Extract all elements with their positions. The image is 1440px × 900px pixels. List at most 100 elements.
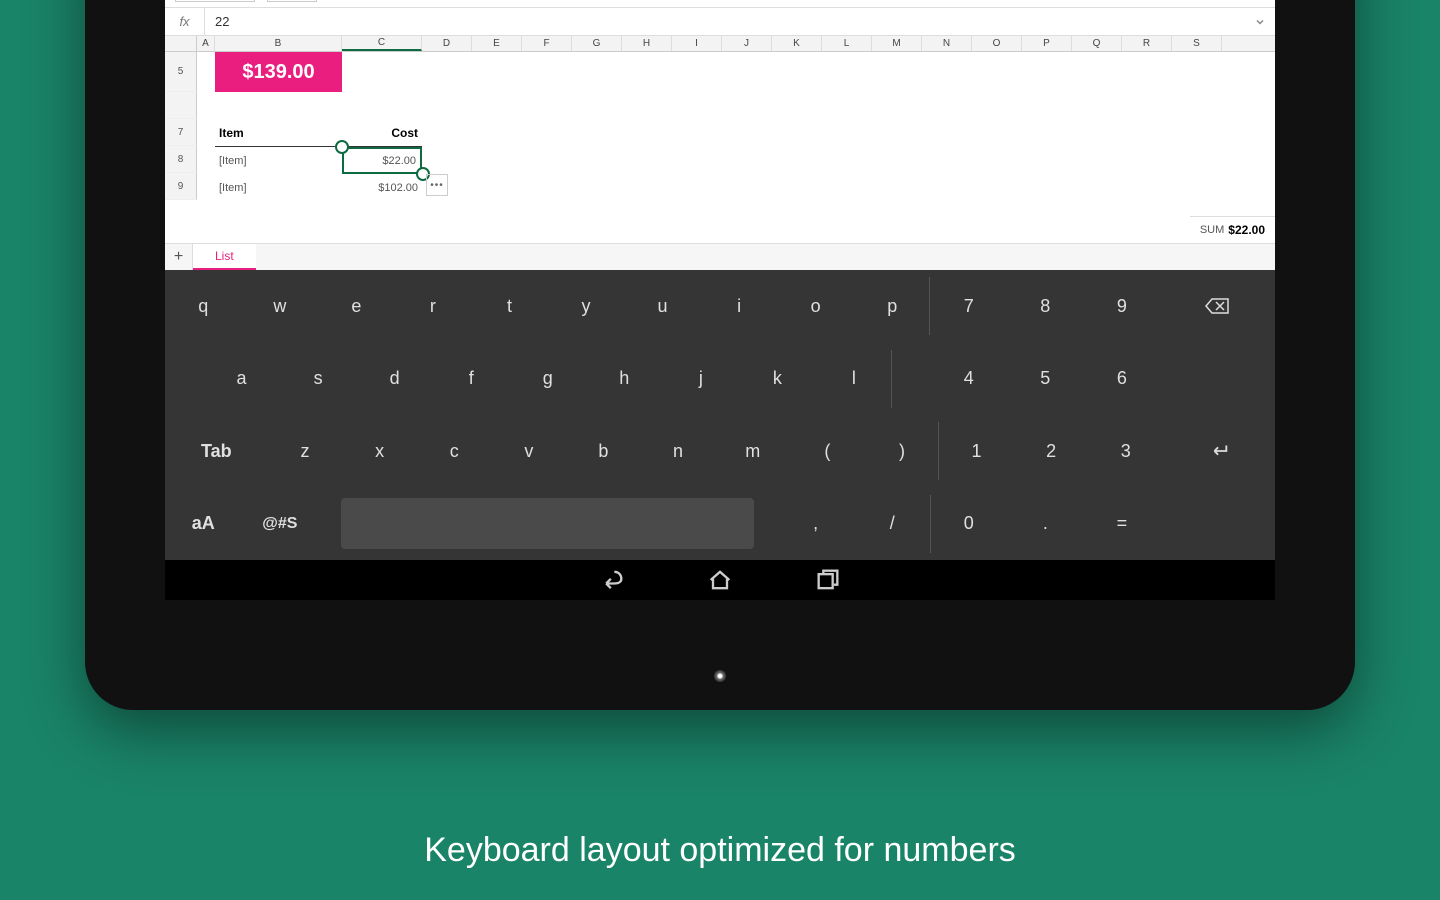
column-header[interactable]: K (772, 36, 822, 51)
key-w[interactable]: w (242, 270, 319, 343)
formula-input[interactable]: 22 (205, 14, 1245, 29)
key-2[interactable]: 2 (1014, 415, 1089, 488)
column-header[interactable]: L (822, 36, 872, 51)
font-name-select[interactable]: Calibri (175, 0, 255, 2)
key-6[interactable]: 6 (1084, 343, 1161, 416)
column-header[interactable]: B (215, 36, 342, 51)
key-q[interactable]: q (165, 270, 242, 343)
key-c[interactable]: c (417, 415, 492, 488)
key-8[interactable]: 8 (1007, 270, 1084, 343)
key-0[interactable]: 0 (931, 488, 1008, 561)
home-button[interactable] (706, 566, 734, 594)
spacebar-key[interactable] (318, 488, 777, 561)
key-.[interactable]: . (1007, 488, 1084, 561)
column-header[interactable]: S (1172, 36, 1222, 51)
key-3[interactable]: 3 (1089, 415, 1164, 488)
collapse-ribbon-button[interactable] (1243, 0, 1265, 2)
key-d[interactable]: d (356, 343, 433, 416)
autosum-button[interactable]: Σ (755, 0, 777, 2)
key-p[interactable]: p (854, 270, 931, 343)
column-header[interactable]: A (197, 36, 215, 51)
symbols-key[interactable]: @#S (242, 488, 319, 561)
key-5[interactable]: 5 (1007, 343, 1084, 416)
key-y[interactable]: y (548, 270, 625, 343)
column-header[interactable]: M (872, 36, 922, 51)
font-color-button[interactable]: A (491, 0, 513, 2)
selected-cell[interactable]: $22.00 (342, 147, 422, 174)
select-all-corner[interactable] (165, 36, 197, 51)
key-j[interactable]: j (663, 343, 740, 416)
key-m[interactable]: m (715, 415, 790, 488)
key-h[interactable]: h (586, 343, 663, 416)
key-4[interactable]: 4 (930, 343, 1007, 416)
enter-key[interactable] (1163, 415, 1275, 488)
autofill-hint-button[interactable]: ••• (426, 174, 448, 196)
row-header[interactable]: 5 (165, 52, 197, 92)
row-header[interactable] (165, 92, 197, 119)
column-header[interactable]: C (342, 36, 422, 51)
column-header[interactable]: F (522, 36, 572, 51)
sort-desc-button[interactable]: ZA↓ (819, 0, 841, 2)
table-cell[interactable]: [Item] (215, 147, 342, 174)
key-,[interactable]: , (777, 488, 854, 561)
formula-expand-button[interactable] (1245, 16, 1275, 28)
bold-button[interactable]: B (329, 0, 351, 2)
row-header[interactable]: 8 (165, 146, 197, 173)
key-a[interactable]: a (203, 343, 280, 416)
key-n[interactable]: n (641, 415, 716, 488)
insert-table-button[interactable] (689, 0, 711, 2)
row-header[interactable]: 9 (165, 173, 197, 200)
worksheet-grid[interactable]: 5 7 8 9 $139.00 Item Cost [Item] $22.00 … (165, 52, 1275, 243)
column-header[interactable]: I (672, 36, 722, 51)
add-sheet-button[interactable]: + (165, 244, 193, 270)
shift-key[interactable]: aA (165, 488, 242, 561)
key-9[interactable]: 9 (1084, 270, 1161, 343)
key-)[interactable]: ) (865, 415, 940, 488)
cell-styles-button[interactable] (623, 0, 645, 2)
clear-button[interactable] (721, 0, 743, 2)
key-([interactable]: ( (790, 415, 865, 488)
column-header[interactable]: O (972, 36, 1022, 51)
key-v[interactable]: v (492, 415, 567, 488)
sort-custom-button[interactable]: A↑Z↓ (851, 0, 873, 2)
key-g[interactable]: g (509, 343, 586, 416)
key-o[interactable]: o (777, 270, 854, 343)
align-left-button[interactable] (525, 0, 547, 2)
key-r[interactable]: r (395, 270, 472, 343)
backspace-key[interactable] (1160, 270, 1275, 343)
total-cell[interactable]: $139.00 (215, 52, 342, 92)
merge-button[interactable] (557, 0, 579, 2)
key-l[interactable]: l (816, 343, 893, 416)
column-header[interactable]: D (422, 36, 472, 51)
column-header[interactable]: G (572, 36, 622, 51)
column-header[interactable]: Q (1072, 36, 1122, 51)
key-7[interactable]: 7 (930, 270, 1007, 343)
key-i[interactable]: i (701, 270, 778, 343)
sheet-tab[interactable]: List (193, 244, 256, 270)
column-header[interactable]: E (472, 36, 522, 51)
table-header-item[interactable]: Item (215, 120, 342, 147)
borders-button[interactable] (427, 0, 449, 2)
underline-button[interactable]: U (393, 0, 415, 2)
key-/[interactable]: / (854, 488, 931, 561)
column-header[interactable]: R (1122, 36, 1172, 51)
fill-color-button[interactable] (459, 0, 481, 2)
key-s[interactable]: s (280, 343, 357, 416)
tab-key[interactable]: Tab (165, 415, 268, 488)
table-cell[interactable]: [Item] (215, 174, 342, 201)
font-size-select[interactable]: 11 (267, 0, 317, 2)
table-header-cost[interactable]: Cost (342, 120, 422, 147)
key-k[interactable]: k (739, 343, 816, 416)
back-button[interactable] (598, 566, 626, 594)
key-x[interactable]: x (342, 415, 417, 488)
key-1[interactable]: 1 (939, 415, 1014, 488)
find-button[interactable] (885, 0, 907, 2)
key-f[interactable]: f (433, 343, 510, 416)
key-e[interactable]: e (318, 270, 395, 343)
italic-button[interactable]: I (361, 0, 383, 2)
key-u[interactable]: u (624, 270, 701, 343)
column-header[interactable]: N (922, 36, 972, 51)
number-format-button[interactable]: ABC123 (657, 0, 679, 2)
key-=[interactable]: = (1084, 488, 1161, 561)
selection-handle[interactable] (335, 140, 349, 154)
